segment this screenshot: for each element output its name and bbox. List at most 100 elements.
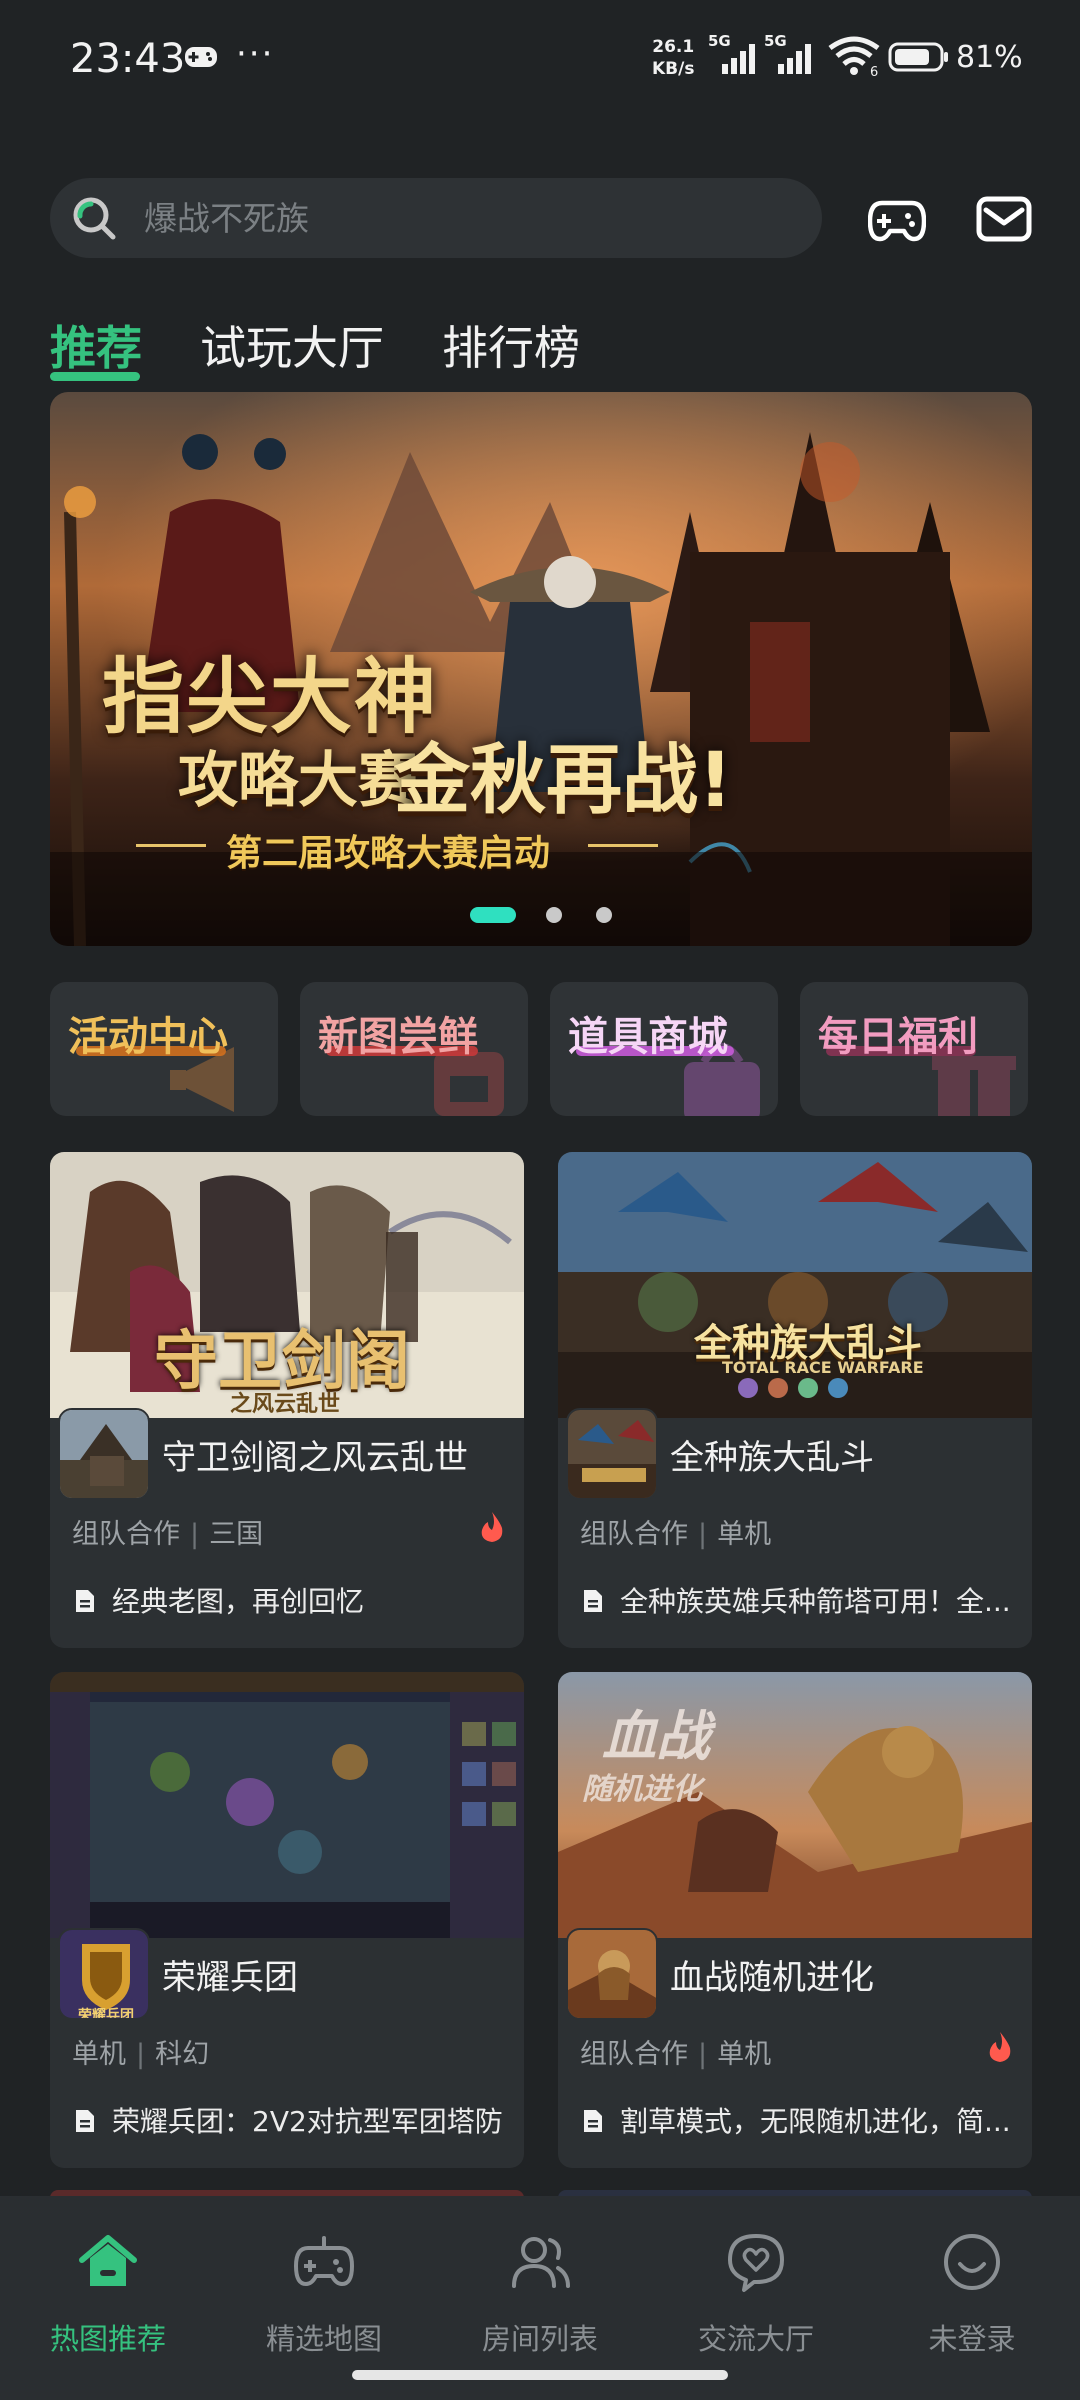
cover-title-text: 血战	[602, 1705, 710, 1768]
signal-icon-2: 5G	[764, 34, 811, 74]
nav-community-hall[interactable]: 交流大厅	[648, 2216, 864, 2366]
fire-icon	[989, 2032, 1011, 2062]
game-description: 荣耀兵团：2V2对抗型军团塔防	[112, 2105, 503, 2138]
game-title: 血战随机进化	[670, 1958, 874, 1998]
search-icon	[73, 197, 116, 240]
mail-icon[interactable]	[976, 196, 1032, 242]
game-tag: 组队合作	[580, 1519, 688, 1550]
nav-label: 热图推荐	[49, 2322, 166, 2356]
banner-dot-active[interactable]	[470, 907, 516, 923]
banner-rule-left	[136, 844, 206, 847]
category-label: 每日福利	[818, 1014, 978, 1060]
battery-percent: 81%	[956, 40, 1023, 75]
nav-label: 交流大厅	[697, 2322, 814, 2356]
game-icon	[58, 1408, 150, 1500]
wifi-icon: 6	[828, 36, 880, 78]
status-time: 23:43	[70, 36, 186, 82]
description-icon	[584, 2110, 602, 2132]
game-cover-image	[50, 1672, 524, 1938]
game-tag: 单机	[717, 2039, 772, 2070]
sim1-label: 5G	[708, 34, 731, 50]
category-item-shop[interactable]: 道具商城	[550, 982, 778, 1116]
description-icon	[76, 2110, 94, 2132]
game-icon: 荣耀兵团	[58, 1928, 150, 2020]
description-icon	[76, 1590, 94, 1612]
banner-dot[interactable]	[596, 907, 612, 923]
promo-banner[interactable]: 指尖大神 攻略大赛 金秋再战! 第二届攻略大赛启动	[50, 392, 1032, 946]
nav-featured-maps[interactable]: 精选地图	[216, 2216, 432, 2366]
game-tags: 组队合作 | 三国	[72, 1519, 264, 1550]
category-new-maps[interactable]: 新图尝鲜	[300, 982, 528, 1116]
net-speed-value: 26.1	[652, 37, 695, 57]
battery-icon	[888, 42, 948, 72]
game-card[interactable]: 荣耀兵团 荣耀兵团 单机 | 科幻 荣耀兵团：2V2对抗型军团塔防	[50, 1672, 524, 2168]
game-card[interactable]: 全种族大乱斗 TOTAL RACE WARFARE 全种族大乱斗 组队合作 | 单机…	[558, 1152, 1032, 1648]
users-icon	[512, 2237, 570, 2288]
wifi-badge: 6	[870, 65, 878, 78]
tab-trial-hall[interactable]: 试玩大厅	[200, 312, 384, 378]
banner-title-line2b: 金秋再战!	[394, 735, 733, 824]
category-label: 道具商城	[568, 1014, 728, 1060]
net-speed-unit: KB/s	[652, 59, 695, 79]
game-tag: 单机	[72, 2039, 126, 2070]
cover-subtitle-text: TOTAL RACE WARFARE	[722, 1358, 924, 1377]
search-box[interactable]	[50, 178, 822, 258]
game-card[interactable]: 血战 随机进化 血战随机进化 组队合作 | 单机 割草模式，无限随机进化，简...	[558, 1672, 1032, 2168]
game-tags: 组队合作 | 单机	[580, 2039, 772, 2070]
game-tags: 组队合作 | 单机	[580, 1519, 772, 1550]
game-description: 割草模式，无限随机进化，简...	[620, 2105, 1011, 2138]
nav-account[interactable]: 未登录	[864, 2216, 1080, 2366]
nav-hot-maps[interactable]: 热图推荐	[0, 2216, 216, 2366]
game-title: 荣耀兵团	[162, 1958, 298, 1998]
game-icon	[566, 1928, 658, 2020]
game-cover-image	[558, 1152, 1032, 1418]
more-notifications-icon: ···	[236, 34, 275, 74]
cover-subtitle-text: 之风云乱世	[230, 1392, 341, 1417]
game-tag: 组队合作	[580, 2039, 688, 2070]
home-indicator[interactable]	[352, 2370, 728, 2380]
description-icon	[584, 1590, 602, 1612]
smile-icon	[944, 2234, 1000, 2290]
game-icon-label: 荣耀兵团	[77, 2007, 134, 2020]
game-title: 守卫剑阁之风云乱世	[162, 1438, 468, 1478]
banner-title-line2a: 攻略大赛	[178, 746, 418, 816]
gamepad-notification-icon	[185, 47, 217, 67]
net-speed: 26.1 KB/s	[652, 36, 694, 80]
battery-level-fill	[895, 49, 929, 65]
game-description: 经典老图，再创回忆	[112, 1585, 365, 1618]
category-label: 活动中心	[68, 1014, 228, 1060]
game-tags: 单机 | 科幻	[72, 2039, 210, 2070]
game-tag: 单机	[717, 1519, 772, 1550]
cover-subtitle-text: 随机进化	[582, 1772, 702, 1807]
banner-subtitle: 第二届攻略大赛启动	[226, 833, 551, 874]
gamepad-icon[interactable]	[868, 193, 926, 245]
category-daily-rewards[interactable]: 每日福利	[800, 982, 1028, 1116]
status-bar: 23:43 ··· 26.1 KB/s 5G 5G 6 81%	[0, 0, 1080, 120]
gamepad-icon	[294, 2236, 354, 2286]
nav-label: 精选地图	[265, 2322, 382, 2356]
signal-icon: 5G	[708, 34, 755, 74]
game-tag: 科幻	[155, 2039, 210, 2070]
app-root: 23:43 ··· 26.1 KB/s 5G 5G 6 81% 爆战不死族 推荐…	[0, 0, 1080, 2400]
nav-label: 房间列表	[481, 2322, 598, 2356]
tab-recommend[interactable]: 推荐	[50, 312, 142, 378]
game-description: 全种族英雄兵种箭塔可用！全...	[620, 1585, 1011, 1618]
tab-active-indicator	[50, 372, 140, 381]
game-tag: 三国	[209, 1519, 264, 1550]
nav-label: 未登录	[928, 2322, 1016, 2356]
sim2-label: 5G	[764, 34, 787, 50]
banner-rule-right	[588, 844, 658, 847]
game-title: 全种族大乱斗	[670, 1438, 874, 1478]
game-card[interactable]: 守卫剑阁 之风云乱世 守卫剑阁之风云乱世 组队合作 | 三国 经典老图，再创回忆	[50, 1152, 524, 1648]
chat-heart-icon	[728, 2234, 784, 2292]
home-icon	[79, 2235, 137, 2286]
banner-dot[interactable]	[546, 907, 562, 923]
fire-icon	[481, 1512, 503, 1542]
tab-leaderboard[interactable]: 排行榜	[442, 312, 580, 378]
search-input[interactable]	[144, 178, 784, 258]
category-label: 新图尝鲜	[318, 1014, 478, 1060]
category-events[interactable]: 活动中心	[50, 982, 278, 1116]
game-icon	[566, 1408, 658, 1500]
nav-room-list[interactable]: 房间列表	[432, 2216, 648, 2366]
game-tag: 组队合作	[72, 1519, 180, 1550]
